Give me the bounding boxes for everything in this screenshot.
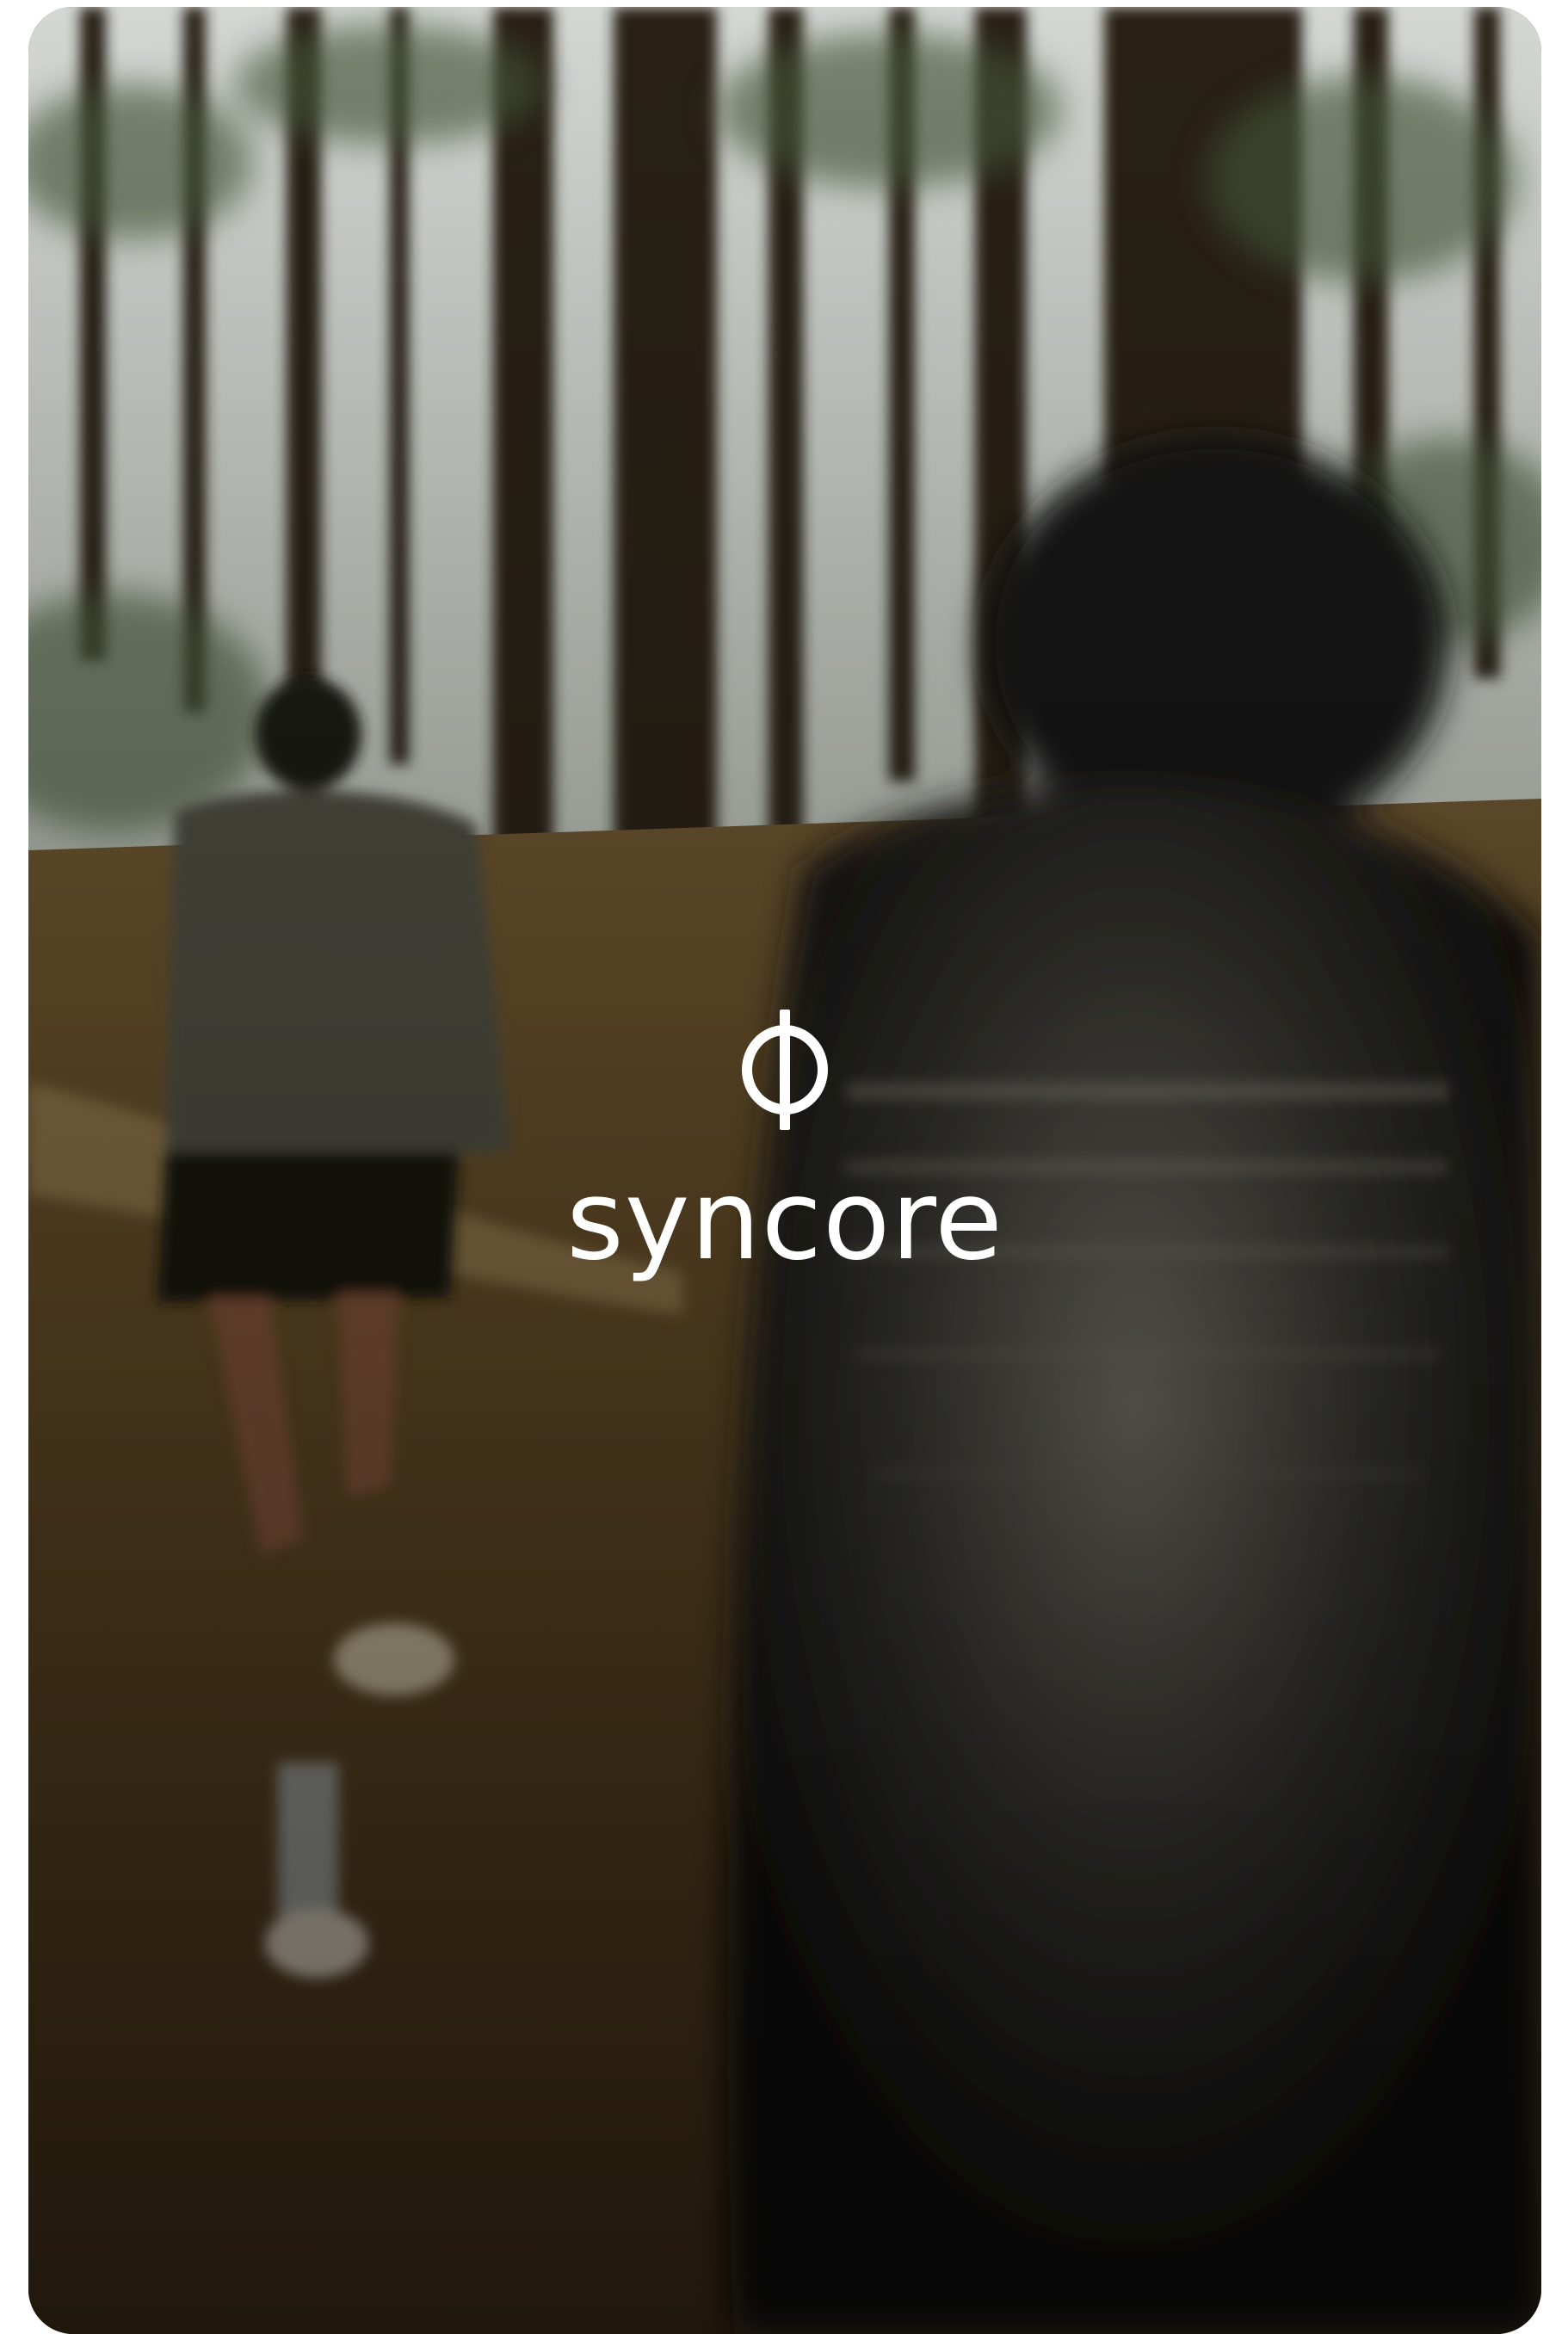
- splash-screen: syncore: [28, 7, 1541, 2334]
- brand-name: syncore: [566, 1157, 1003, 1285]
- brand-lockup: syncore: [28, 1010, 1541, 1276]
- phi-logo-icon: [742, 1010, 828, 1130]
